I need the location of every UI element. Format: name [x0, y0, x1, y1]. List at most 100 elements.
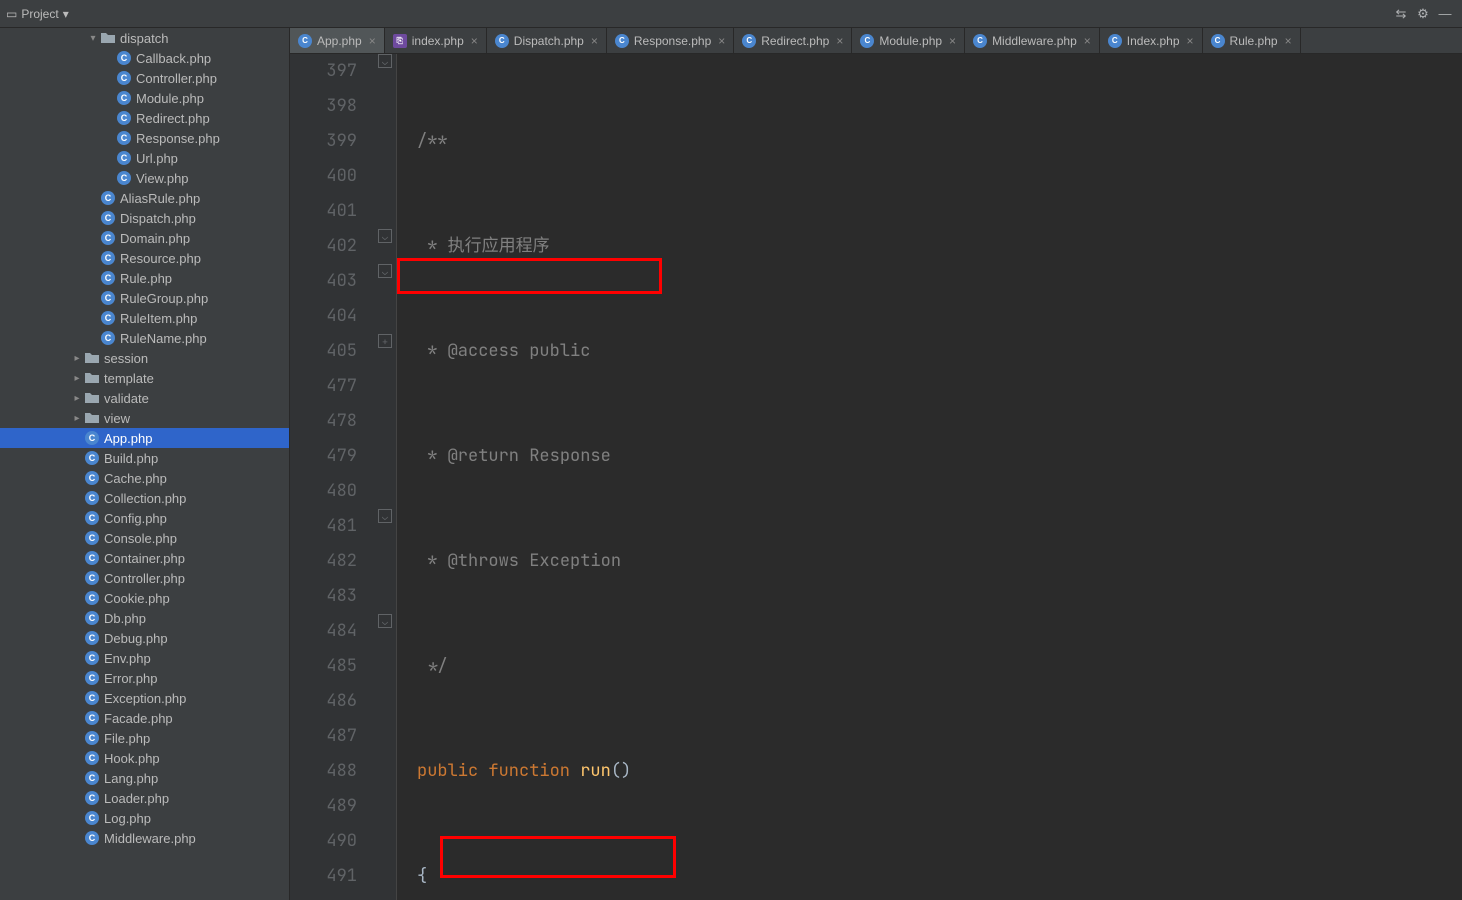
editor-tab[interactable]: CMiddleware.php×: [965, 28, 1100, 53]
tree-item-label: RuleName.php: [120, 331, 207, 346]
tree-item-label: session: [104, 351, 148, 366]
tree-item-label: Debug.php: [104, 631, 168, 646]
tree-file[interactable]: CBuild.php: [0, 448, 289, 468]
fold-collapse-icon[interactable]: ⌄: [378, 264, 392, 278]
line-number: 403: [290, 264, 357, 299]
tree-folder[interactable]: ▸ template: [0, 368, 289, 388]
fold-collapse-icon[interactable]: ⌄: [378, 614, 392, 628]
tree-file[interactable]: CEnv.php: [0, 648, 289, 668]
tree-item-label: template: [104, 371, 154, 386]
doc-tag: @access: [448, 334, 519, 369]
fold-strip[interactable]: ⌄ ⌄ ⌄ + ⌄ ⌄: [375, 54, 397, 900]
tree-folder[interactable]: ▸validate: [0, 388, 289, 408]
tree-file[interactable]: CDispatch.php: [0, 208, 289, 228]
tree-file[interactable]: CRuleItem.php: [0, 308, 289, 328]
tree-file[interactable]: CRuleGroup.php: [0, 288, 289, 308]
expand-arrow-icon[interactable]: ▸: [70, 393, 84, 404]
editor-tabs: CApp.php×⎘index.php×CDispatch.php×CRespo…: [290, 28, 1462, 54]
close-tab-icon[interactable]: ×: [718, 34, 725, 48]
tree-file[interactable]: CMiddleware.php: [0, 828, 289, 848]
settings-gear-icon[interactable]: ⚙: [1412, 3, 1434, 25]
close-tab-icon[interactable]: ×: [1084, 34, 1091, 48]
tree-file[interactable]: CRule.php: [0, 268, 289, 288]
tree-file[interactable]: CLoader.php: [0, 788, 289, 808]
tree-file[interactable]: CRedirect.php: [0, 108, 289, 128]
expand-arrow-icon[interactable]: ▸: [70, 353, 84, 364]
close-tab-icon[interactable]: ×: [369, 34, 376, 48]
tree-item-label: Controller.php: [104, 571, 185, 586]
close-tab-icon[interactable]: ×: [836, 34, 843, 48]
line-number: 482: [290, 544, 357, 579]
tree-file[interactable]: CLang.php: [0, 768, 289, 788]
tree-item-label: Module.php: [136, 91, 204, 106]
fold-expand-icon[interactable]: +: [378, 334, 392, 348]
scroll-from-source-icon[interactable]: ⇆: [1390, 3, 1412, 25]
tree-file[interactable]: CApp.php: [0, 428, 289, 448]
close-tab-icon[interactable]: ×: [949, 34, 956, 48]
tree-file[interactable]: CController.php: [0, 68, 289, 88]
tree-file[interactable]: CContainer.php: [0, 548, 289, 568]
editor-tab[interactable]: CDispatch.php×: [487, 28, 607, 53]
tree-file[interactable]: CCollection.php: [0, 488, 289, 508]
editor-tab[interactable]: CRedirect.php×: [734, 28, 852, 53]
editor-tab[interactable]: CIndex.php×: [1100, 28, 1203, 53]
fold-collapse-icon[interactable]: ⌄: [378, 54, 392, 68]
tree-file[interactable]: CCallback.php: [0, 48, 289, 68]
project-dropdown[interactable]: ▭ Project ▾: [6, 7, 69, 21]
tree-file[interactable]: CAliasRule.php: [0, 188, 289, 208]
close-tab-icon[interactable]: ×: [1285, 34, 1292, 48]
close-tab-icon[interactable]: ×: [1187, 34, 1194, 48]
tree-file[interactable]: CModule.php: [0, 88, 289, 108]
tree-file[interactable]: C Debug.php: [0, 628, 289, 648]
php-class-icon: C: [116, 50, 132, 66]
php-class-icon: C: [84, 630, 100, 646]
tree-folder[interactable]: ▾dispatch: [0, 28, 289, 48]
expand-arrow-icon[interactable]: ▸: [70, 413, 84, 424]
hide-panel-icon[interactable]: —: [1434, 3, 1456, 25]
tree-file[interactable]: CLog.php: [0, 808, 289, 828]
tree-file[interactable]: CConsole.php: [0, 528, 289, 548]
tree-file[interactable]: CHook.php: [0, 748, 289, 768]
tree-folder[interactable]: ▸view: [0, 408, 289, 428]
tree-file[interactable]: CDb.php: [0, 608, 289, 628]
close-tab-icon[interactable]: ×: [591, 34, 598, 48]
editor-tab[interactable]: ⎘index.php×: [385, 28, 487, 53]
php-class-icon: C: [116, 150, 132, 166]
code-content[interactable]: /** * 执行应用程序 * @access public * @return …: [397, 54, 1462, 900]
tree-file[interactable]: CCookie.php: [0, 588, 289, 608]
editor-tab[interactable]: CApp.php×: [290, 28, 385, 53]
tree-file[interactable]: CResponse.php: [0, 128, 289, 148]
tree-file[interactable]: CView.php: [0, 168, 289, 188]
php-class-icon: C: [84, 550, 100, 566]
php-class-icon: C: [1211, 34, 1225, 48]
tree-file[interactable]: CError.php: [0, 668, 289, 688]
project-tree[interactable]: ▾dispatchCCallback.phpCController.phpCMo…: [0, 28, 290, 900]
php-class-icon: C: [116, 70, 132, 86]
tree-file[interactable]: CFile.php: [0, 728, 289, 748]
line-number: 484: [290, 614, 357, 649]
tree-file[interactable]: CConfig.php: [0, 508, 289, 528]
code-editor[interactable]: 3973983994004014024034044054774784794804…: [290, 54, 1462, 900]
tree-file[interactable]: CUrl.php: [0, 148, 289, 168]
tree-file[interactable]: CCache.php: [0, 468, 289, 488]
expand-arrow-icon[interactable]: ▸: [70, 373, 84, 384]
tree-item-label: Loader.php: [104, 791, 169, 806]
editor-tab[interactable]: CRule.php×: [1203, 28, 1301, 53]
php-class-icon: C: [116, 170, 132, 186]
php-class-icon: C: [84, 710, 100, 726]
close-tab-icon[interactable]: ×: [471, 34, 478, 48]
editor-tab[interactable]: CModule.php×: [852, 28, 965, 53]
fold-collapse-icon[interactable]: ⌄: [378, 509, 392, 523]
tree-file[interactable]: CException.php: [0, 688, 289, 708]
php-class-icon: C: [84, 430, 100, 446]
fold-collapse-icon[interactable]: ⌄: [378, 229, 392, 243]
folder-icon: [84, 410, 100, 426]
tree-file[interactable]: CResource.php: [0, 248, 289, 268]
tree-folder[interactable]: ▸ session: [0, 348, 289, 368]
tree-file[interactable]: CRuleName.php: [0, 328, 289, 348]
expand-arrow-icon[interactable]: ▾: [86, 33, 100, 44]
tree-file[interactable]: CDomain.php: [0, 228, 289, 248]
tree-file[interactable]: CFacade.php: [0, 708, 289, 728]
tree-file[interactable]: CController.php: [0, 568, 289, 588]
editor-tab[interactable]: CResponse.php×: [607, 28, 734, 53]
